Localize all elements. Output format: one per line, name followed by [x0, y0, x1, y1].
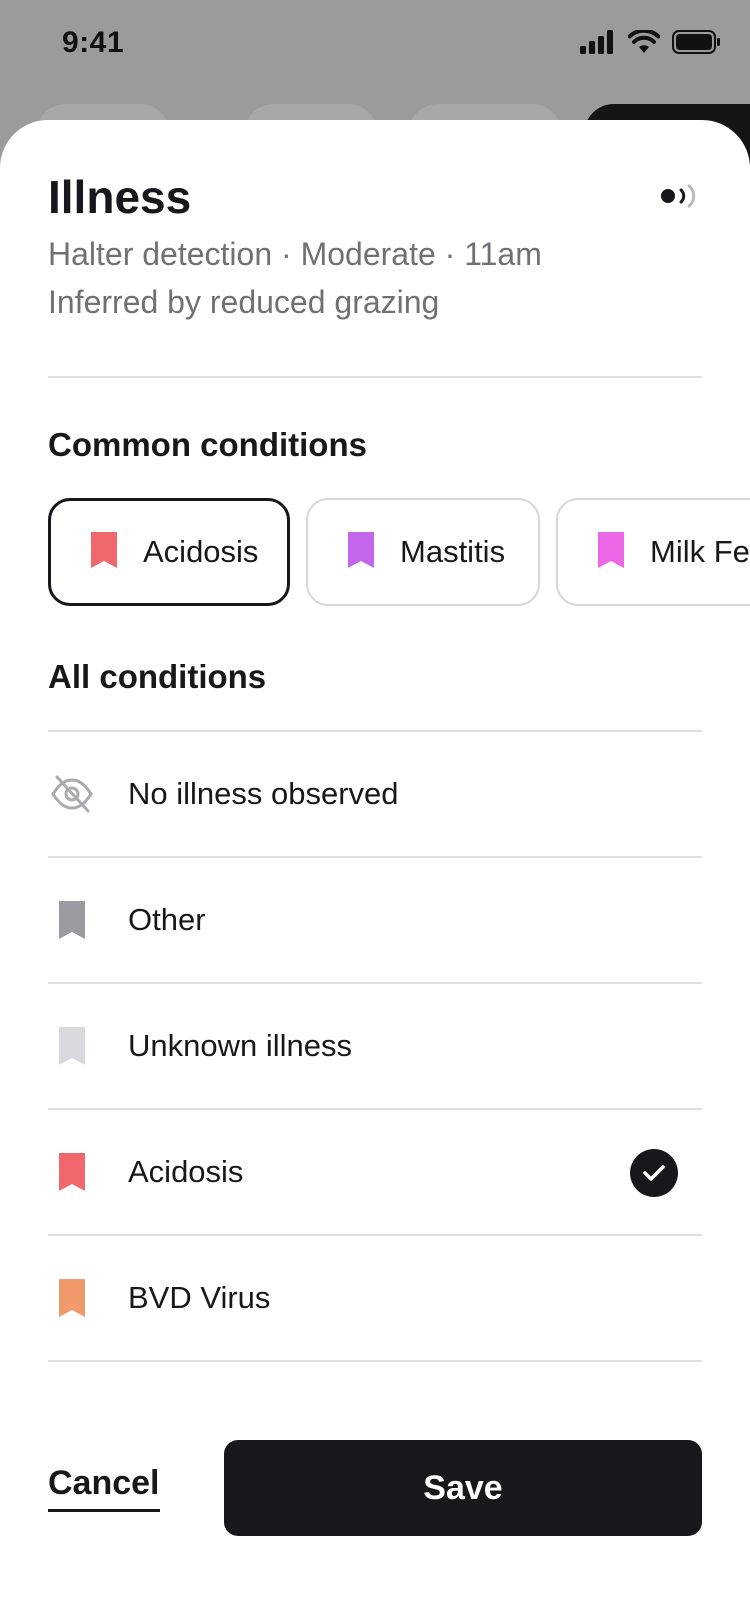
checkmark-icon	[630, 1149, 678, 1197]
save-button[interactable]: Save	[224, 1440, 702, 1536]
chip-label: Mastitis	[400, 534, 506, 569]
all-conditions-heading: All conditions	[48, 658, 267, 695]
chip-acidosis[interactable]: Acidosis	[48, 498, 290, 606]
all-conditions-list: No illness observed Other Unknown illnes…	[48, 730, 702, 1362]
status-bar: 9:41	[0, 0, 750, 92]
condition-label: Acidosis	[128, 1154, 244, 1189]
wifi-icon	[627, 28, 661, 59]
chip-label: Acidosis	[143, 534, 259, 569]
battery-icon	[672, 30, 722, 59]
bookmark-icon	[89, 531, 119, 573]
bookmark-icon	[48, 1148, 96, 1196]
condition-label: Unknown illness	[128, 1028, 352, 1063]
chip-mastitis[interactable]: Mastitis	[306, 498, 540, 606]
header-divider	[48, 376, 702, 378]
illness-bottom-sheet: Illness Halter detection · Moderate · 11…	[0, 120, 750, 1624]
cancel-button[interactable]: Cancel	[48, 1464, 160, 1512]
bookmark-icon	[596, 531, 626, 573]
condition-label: No illness observed	[128, 776, 399, 811]
chip-label: Milk Fever	[650, 534, 750, 569]
condition-label: Other	[128, 902, 206, 937]
halter-signal-button[interactable]	[658, 180, 702, 216]
condition-row-other[interactable]: Other	[48, 858, 702, 984]
status-icons	[580, 28, 722, 59]
status-time: 9:41	[62, 26, 125, 59]
common-conditions-heading: Common conditions	[48, 426, 367, 463]
cellular-signal-icon	[580, 30, 616, 59]
signal-icon	[660, 183, 700, 214]
detection-subtitle: Halter detection · Moderate · 11am	[48, 236, 542, 272]
condition-row-acidosis[interactable]: Acidosis	[48, 1110, 702, 1236]
bookmark-icon	[48, 1022, 96, 1070]
condition-label: BVD Virus	[128, 1280, 271, 1315]
condition-row-unknown[interactable]: Unknown illness	[48, 984, 702, 1110]
condition-row-bvd-virus[interactable]: BVD Virus	[48, 1236, 702, 1362]
bookmark-icon	[346, 531, 376, 573]
bookmark-icon	[48, 1274, 96, 1322]
chip-milk-fever[interactable]: Milk Fever	[556, 498, 750, 606]
common-conditions-chips: Acidosis Mastitis Milk Fever	[48, 498, 750, 610]
bookmark-icon	[48, 896, 96, 944]
inference-subtitle: Inferred by reduced grazing	[48, 284, 440, 320]
sheet-title: Illness	[48, 171, 192, 223]
eye-slash-icon	[48, 770, 96, 818]
condition-row-no-illness[interactable]: No illness observed	[48, 732, 702, 858]
